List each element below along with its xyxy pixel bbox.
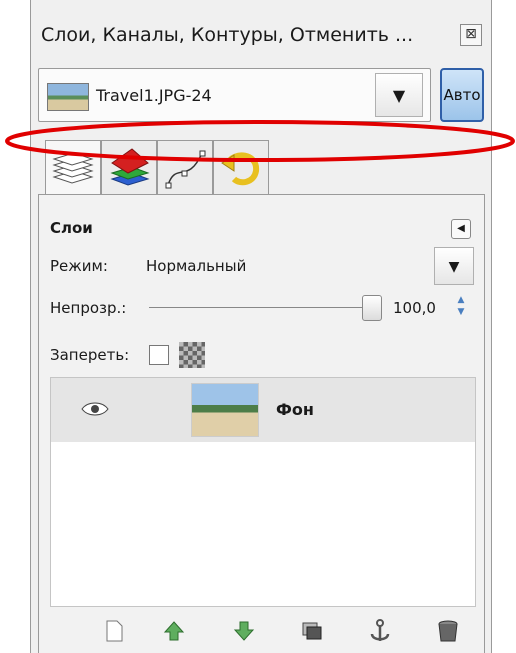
layers-heading: Слои	[50, 219, 93, 237]
lock-alpha-checkbox[interactable]	[149, 345, 169, 365]
annotation-ellipse	[5, 120, 515, 162]
layers-dialog: Слои ◀ Режим: Нормальный ▼ Непрозр.: 100…	[38, 194, 485, 653]
image-selector[interactable]: Travel1.JPG-24 ▼	[38, 68, 431, 122]
new-layer-icon[interactable]	[100, 617, 128, 645]
duplicate-layer-icon[interactable]	[298, 617, 326, 645]
opacity-value[interactable]: 100,0	[393, 299, 436, 317]
auto-button[interactable]: Авто	[440, 68, 484, 122]
mode-dropdown-button[interactable]: ▼	[434, 247, 474, 285]
title-bar: Слои, Каналы, Контуры, Отменить ... ⊠	[31, 18, 491, 56]
delete-layer-icon[interactable]	[434, 617, 462, 645]
opacity-spin-button[interactable]: ▲ ▼	[455, 294, 467, 320]
panel-menu-icon: ◀	[457, 223, 465, 234]
panel-menu-button[interactable]: ◀	[451, 219, 471, 239]
image-dropdown-button[interactable]: ▼	[375, 73, 423, 117]
opacity-slider-handle[interactable]	[362, 295, 382, 321]
chevron-down-icon: ▼	[448, 259, 460, 275]
layer-list[interactable]: Фон	[50, 377, 476, 607]
opacity-label: Непрозр.:	[50, 299, 127, 317]
mode-value[interactable]: Нормальный	[146, 257, 246, 275]
window-title: Слои, Каналы, Контуры, Отменить ...	[41, 24, 414, 46]
opacity-slider-track[interactable]	[149, 307, 374, 308]
close-button[interactable]: ⊠	[460, 24, 482, 46]
eye-icon[interactable]	[81, 401, 109, 417]
dock-panel: Слои, Каналы, Контуры, Отменить ... ⊠ Tr…	[30, 0, 492, 653]
layer-name[interactable]: Фон	[276, 400, 314, 419]
image-name: Travel1.JPG-24	[96, 86, 212, 105]
lower-layer-icon[interactable]	[230, 617, 258, 645]
chevron-down-icon: ▼	[392, 86, 406, 105]
mode-label: Режим:	[50, 257, 108, 275]
lock-label: Запереть:	[50, 346, 130, 364]
close-icon: ⊠	[465, 26, 477, 42]
raise-layer-icon[interactable]	[160, 617, 188, 645]
alpha-checker-icon	[179, 342, 205, 368]
layer-thumbnail	[191, 383, 259, 437]
layer-actions-bar	[50, 613, 476, 649]
anchor-layer-icon[interactable]	[366, 617, 394, 645]
image-thumbnail	[47, 83, 89, 111]
layer-row[interactable]: Фон	[51, 378, 475, 442]
